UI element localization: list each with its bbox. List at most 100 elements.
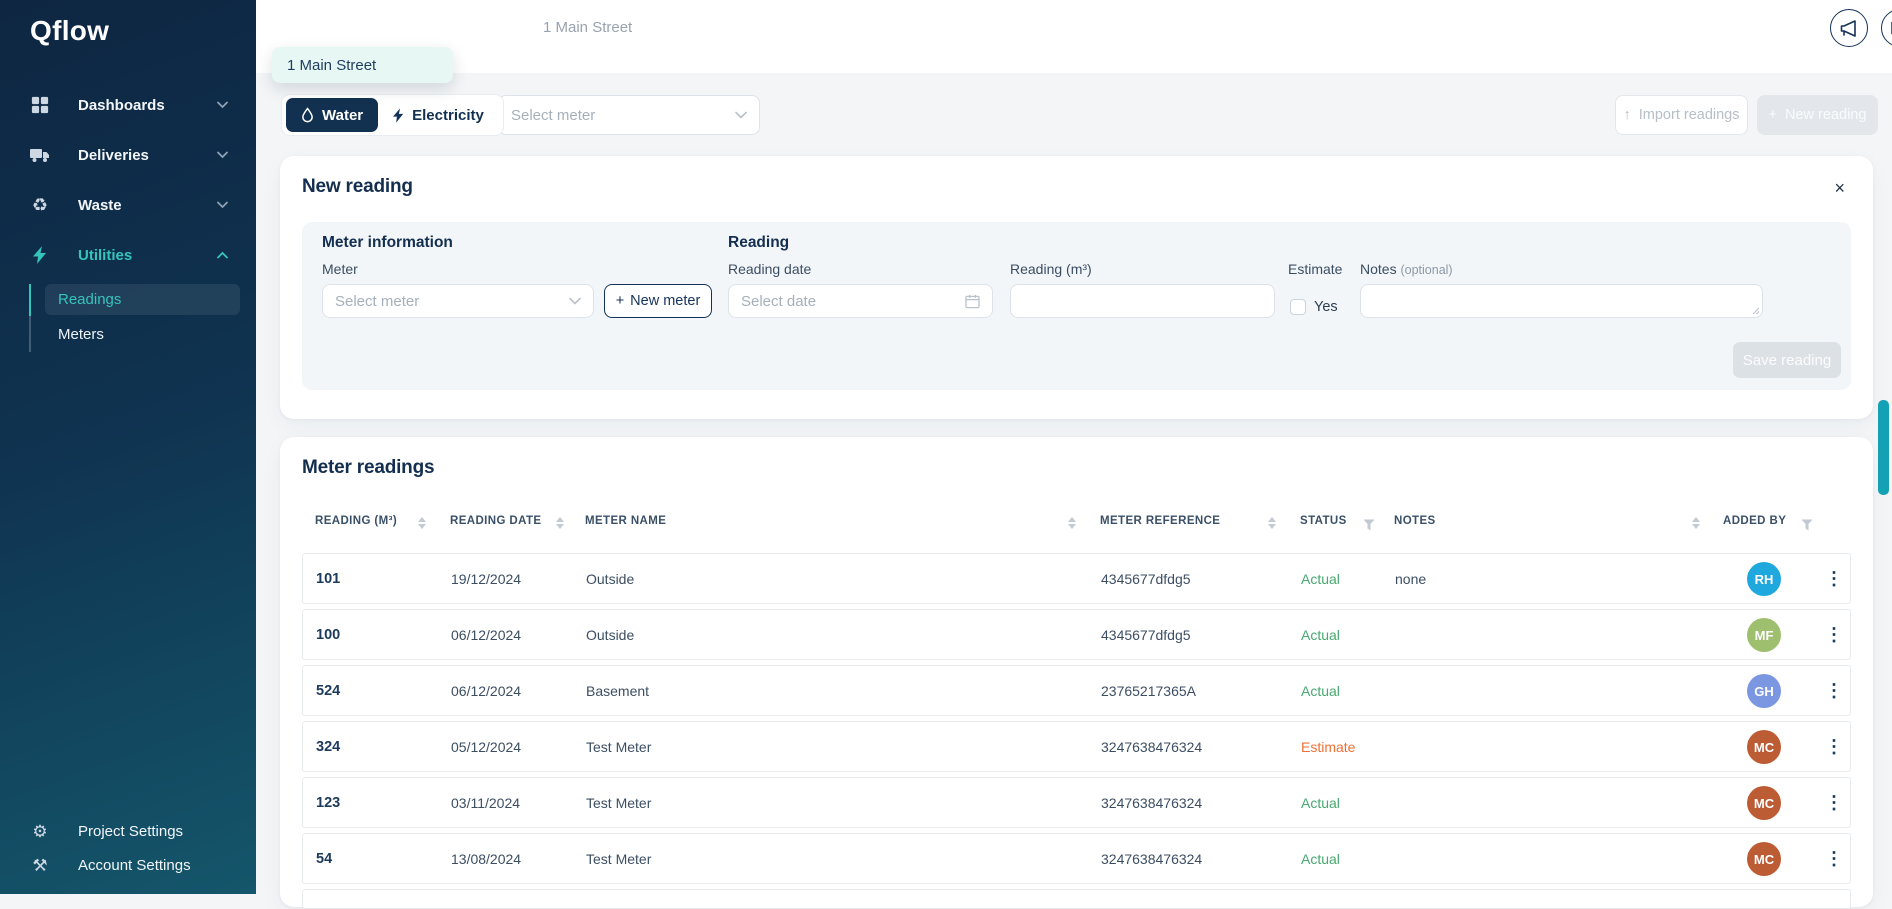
sidebar-item-readings[interactable]: Readings [45,284,240,315]
table-header: Reading (m³) Reading date Meter name Met… [302,515,1851,539]
sidebar-item-deliveries[interactable]: Deliveries [0,130,256,180]
reading-date: 06/12/2024 [451,682,522,699]
sort-icon[interactable] [1268,517,1276,529]
reading-value: 123 [316,794,341,811]
reading-date-input[interactable]: Select date [728,284,993,318]
scrollbar-thumb[interactable] [1878,400,1889,495]
select-placeholder: Select meter [335,292,420,310]
notes-optional-hint: (optional) [1400,263,1453,277]
subnav-rail-active [29,284,31,316]
added-by-avatar: MC [1747,786,1781,820]
col-notes: Notes [1394,515,1436,527]
reading-value: 101 [316,570,341,587]
status-badge: Actual [1301,682,1340,699]
reading-value: 100 [316,626,341,643]
new-reading-card: New reading × Meter information Reading … [280,156,1873,419]
meter-name: Basement [586,682,650,699]
electricity-tab[interactable]: Electricity [378,98,499,132]
added-by-avatar: MC [1747,730,1781,764]
app-logo: Qflow [30,15,110,46]
status-badge: Actual [1301,626,1340,643]
chevron-down-icon [735,111,747,119]
sidebar-subitem-label: Readings [58,291,122,308]
water-tab-label: Water [322,106,364,124]
new-reading-button[interactable]: + New reading [1757,95,1878,135]
new-meter-button[interactable]: + New meter [604,284,712,318]
sidebar-item-dashboards[interactable]: Dashboards [0,80,256,130]
sidebar-item-project-settings[interactable]: ⚙ Project Settings [0,814,256,848]
date-placeholder: Select date [741,292,817,310]
row-actions-button[interactable]: ⋮ [1819,790,1849,815]
reading-value: 324 [316,738,341,755]
water-tab[interactable]: Water [286,98,379,132]
meter-select[interactable]: Select meter [322,284,594,318]
new-reading-form: Meter information Reading Meter Reading … [302,222,1851,390]
estimate-label: Estimate [1288,261,1343,277]
project-option[interactable]: 1 Main Street [272,47,453,83]
sidebar-item-label: Deliveries [78,146,149,164]
reading-date: 13/08/2024 [451,850,522,867]
new-reading-title: New reading [302,176,413,197]
upload-icon: ↑ [1623,107,1631,123]
sidebar-item-label: Account Settings [78,856,191,874]
close-icon[interactable]: × [1834,178,1845,199]
meter-name: Outside [586,626,635,643]
meter-label: Meter [322,261,358,277]
meter-filter-select[interactable]: Select meter [498,95,760,135]
meter-reference: 3247638476324 [1101,738,1203,755]
project-select[interactable]: 1 Main Street [543,19,632,36]
sidebar-item-account-settings[interactable]: ⚒ Account Settings [0,848,256,882]
water-drop-icon [301,107,314,123]
added-by-avatar: MF [1747,618,1781,652]
docs-button[interactable] [1881,9,1892,47]
row-actions-button[interactable]: ⋮ [1819,678,1849,703]
crossed-tools-icon: ⚒ [32,855,48,875]
sidebar-item-waste[interactable]: ♻ Waste [0,180,256,230]
estimate-checkbox[interactable] [1290,299,1306,315]
row-actions-button[interactable]: ⋮ [1819,566,1849,591]
electricity-tab-label: Electricity [412,106,484,124]
estimate-option-label: Yes [1314,299,1338,315]
sidebar-item-utilities[interactable]: Utilities [0,230,256,280]
filter-icon[interactable] [1801,519,1813,531]
sort-icon[interactable] [1068,517,1076,529]
notes-textarea[interactable] [1360,284,1763,318]
reading-date-label: Reading date [728,261,812,277]
gear-icon: ⚙ [32,821,48,841]
notes-value: none [1395,570,1427,587]
sort-icon[interactable] [556,517,564,529]
col-added-by: Added by [1723,515,1787,527]
announcements-button[interactable] [1830,9,1868,47]
reading-value-input[interactable] [1010,284,1275,318]
new-reading-label: New reading [1785,107,1867,123]
calendar-icon [965,294,980,309]
chevron-down-icon [217,151,228,159]
dashboard-grid-icon [30,95,50,115]
megaphone-icon [1840,19,1859,37]
reading-date: 06/12/2024 [451,626,522,643]
meter-readings-card: Meter readings Reading (m³) Reading date… [280,437,1873,909]
sidebar-item-meters[interactable]: Meters [45,319,240,350]
sidebar-item-label: Waste [78,196,122,214]
meter-reference: 3247638476324 [1101,794,1203,811]
added-by-avatar: RH [1747,562,1781,596]
estimate-checkbox-row: Yes [1290,290,1338,324]
row-actions-button[interactable]: ⋮ [1819,846,1849,871]
row-actions-button[interactable]: ⋮ [1819,734,1849,759]
plus-icon: + [1768,107,1778,123]
meter-reference: 3247638476324 [1101,850,1203,867]
row-actions-button[interactable]: ⋮ [1819,622,1849,647]
chevron-down-icon [569,297,581,305]
recycle-icon: ♻ [31,195,49,215]
save-reading-button[interactable]: Save reading [1733,342,1841,378]
filter-icon[interactable] [1363,519,1375,531]
sort-icon[interactable] [1692,517,1700,529]
import-readings-label: Import readings [1638,107,1740,123]
table-row: 524 06/12/2024 Basement 23765217365A Act… [302,665,1851,716]
reading-date: 05/12/2024 [451,738,522,755]
reading-value-label: Reading (m³) [1010,261,1092,277]
sidebar-item-label: Utilities [78,246,133,264]
lightning-bolt-icon [30,245,50,265]
import-readings-button[interactable]: ↑ Import readings [1615,95,1748,135]
sort-icon[interactable] [418,517,426,529]
